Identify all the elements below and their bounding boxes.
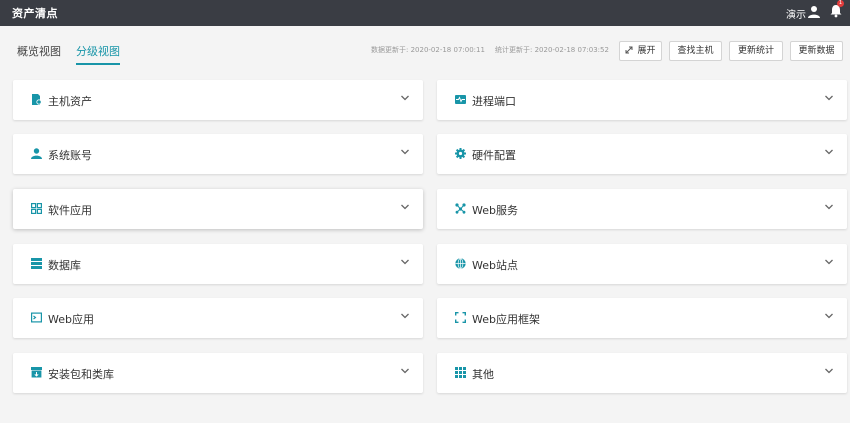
gear-icon xyxy=(455,148,466,159)
panel-label: 系统账号 xyxy=(48,149,92,162)
panel-label: 主机资产 xyxy=(48,95,92,108)
network-icon xyxy=(455,203,466,214)
host-file-icon xyxy=(32,94,42,105)
dots-grid-icon xyxy=(455,367,466,378)
notification-badge: 1 xyxy=(837,0,844,7)
panel-label: 其他 xyxy=(472,368,494,381)
panel-host-assets[interactable]: 主机资产 xyxy=(13,80,423,120)
panel-other[interactable]: 其他 xyxy=(437,353,847,393)
chevron-down-icon[interactable] xyxy=(824,148,834,156)
expand-label: 展开 xyxy=(637,46,656,56)
update-data-button[interactable]: 更新数据 xyxy=(790,41,843,61)
panel-label: 硬件配置 xyxy=(472,149,516,162)
app-title: 资产清点 xyxy=(12,7,58,20)
panel-label: 数据库 xyxy=(48,259,81,272)
pulse-icon xyxy=(455,95,466,104)
chevron-down-icon[interactable] xyxy=(400,148,410,156)
user-icon[interactable] xyxy=(808,5,820,19)
panel-system-accounts[interactable]: 系统账号 xyxy=(13,134,423,174)
panel-label: 安装包和类库 xyxy=(48,368,114,381)
panel-software-apps[interactable]: 软件应用 xyxy=(13,189,423,229)
panel-database[interactable]: 数据库 xyxy=(13,244,423,284)
chevron-down-icon[interactable] xyxy=(400,312,410,320)
stats-updated-time: 统计更新于: 2020-02-18 07:03:52 xyxy=(495,46,609,54)
tab-hierarchical[interactable]: 分级视图 xyxy=(76,43,120,65)
find-host-button[interactable]: 查找主机 xyxy=(669,41,722,61)
panel-web-services[interactable]: Web服务 xyxy=(437,189,847,229)
chevron-down-icon[interactable] xyxy=(400,203,410,211)
user-name[interactable]: 演示 xyxy=(786,6,806,21)
panel-process-ports[interactable]: 进程端口 xyxy=(437,80,847,120)
package-icon xyxy=(31,367,42,378)
top-bar: 资产清点 演示 1 xyxy=(0,0,850,26)
chevron-down-icon[interactable] xyxy=(824,94,834,102)
expand-icon xyxy=(625,46,633,54)
chevron-down-icon[interactable] xyxy=(824,203,834,211)
grid-icon xyxy=(31,203,42,214)
globe-icon xyxy=(455,258,466,269)
chevron-down-icon[interactable] xyxy=(824,258,834,266)
panel-label: 软件应用 xyxy=(48,204,92,217)
panel-label: Web服务 xyxy=(472,204,518,217)
terminal-icon xyxy=(31,312,42,323)
panel-web-frameworks[interactable]: Web应用框架 xyxy=(437,298,847,338)
chevron-down-icon[interactable] xyxy=(824,312,834,320)
panel-label: Web站点 xyxy=(472,259,518,272)
data-updated-time: 数据更新于: 2020-02-18 07:00:11 xyxy=(371,46,485,54)
database-icon xyxy=(31,258,42,269)
panel-label: Web应用 xyxy=(48,313,94,326)
chevron-down-icon[interactable] xyxy=(400,94,410,102)
panel-web-sites[interactable]: Web站点 xyxy=(437,244,847,284)
panel-label: 进程端口 xyxy=(472,95,516,108)
person-icon xyxy=(31,148,42,159)
expand-button[interactable]: 展开 xyxy=(619,41,662,61)
panel-packages-libs[interactable]: 安装包和类库 xyxy=(13,353,423,393)
update-stats-button[interactable]: 更新统计 xyxy=(729,41,783,61)
chevron-down-icon[interactable] xyxy=(824,367,834,375)
chevron-down-icon[interactable] xyxy=(400,258,410,266)
panel-web-app[interactable]: Web应用 xyxy=(13,298,423,338)
panel-hardware-config[interactable]: 硬件配置 xyxy=(437,134,847,174)
frame-icon xyxy=(455,312,466,323)
panel-label: Web应用框架 xyxy=(472,313,540,326)
chevron-down-icon[interactable] xyxy=(400,367,410,375)
tab-overview[interactable]: 概览视图 xyxy=(17,43,61,65)
